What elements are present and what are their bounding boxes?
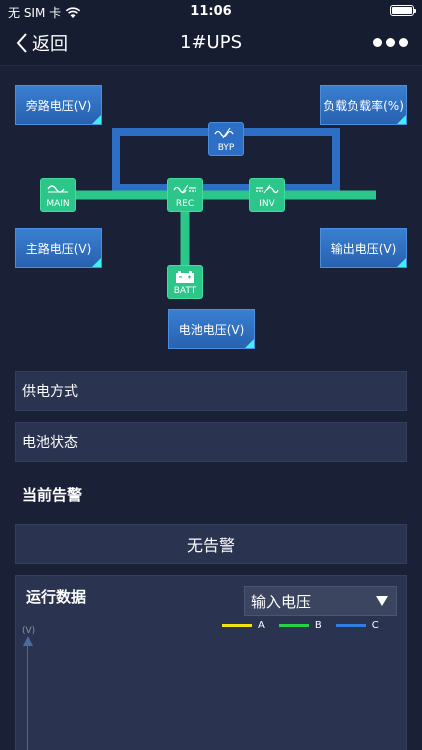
battery-status-row: 电池状态 <box>15 422 407 462</box>
inv-node-label: INV <box>259 199 275 209</box>
more-dot-icon <box>399 38 408 47</box>
nav-bar: 返回 1#UPS <box>0 22 422 66</box>
sine-wave-icon <box>47 185 68 193</box>
bypass-switch-icon <box>214 127 234 139</box>
byp-node: BYP <box>208 122 244 156</box>
inv-node: INV <box>249 178 285 212</box>
battery-voltage-box[interactable]: 电池电压(V) <box>168 309 255 349</box>
legend-swatch <box>278 624 309 627</box>
more-dot-icon <box>386 38 395 47</box>
main-node: MAIN <box>40 178 76 212</box>
battery-status-label: 电池状态 <box>22 435 78 451</box>
status-bar: 无 SIM 卡 11:06 <box>0 0 422 22</box>
run-data-title: 运行数据 <box>26 588 87 606</box>
output-voltage-box[interactable]: 输出电压(V) <box>320 228 407 268</box>
main-voltage-box[interactable]: 主路电压(V) <box>15 228 102 268</box>
legend-label: C <box>371 620 379 631</box>
batt-node: BATT <box>167 265 203 299</box>
alarm-box: 无告警 <box>15 524 407 564</box>
data-type-select[interactable]: 输入电压 <box>244 586 397 616</box>
legend-swatch <box>222 624 252 627</box>
y-axis-unit: (V) <box>22 626 36 636</box>
caret-down-icon <box>376 596 388 606</box>
byp-node-label: BYP <box>217 143 235 153</box>
data-type-selected: 输入电压 <box>251 592 312 611</box>
page-title: 1#UPS <box>180 32 242 53</box>
alarm-section-title: 当前告警 <box>22 486 83 504</box>
ups-diagram: 旁路电压(V) 负载负载率(%) 主路电压(V) 输出电压(V) 电池电压(V)… <box>0 66 422 366</box>
more-button[interactable] <box>373 38 408 47</box>
legend-item: B <box>278 620 322 631</box>
rectifier-icon <box>173 184 196 194</box>
more-dot-icon <box>373 38 382 47</box>
legend-item: C <box>335 620 379 631</box>
status-time: 11:06 <box>190 4 232 19</box>
batt-node-label: BATT <box>173 286 197 296</box>
rec-node-label: REC <box>175 199 195 209</box>
y-axis-arrow <box>23 636 33 646</box>
chart-legend: A B C <box>222 620 379 631</box>
rec-node: REC <box>167 178 203 212</box>
bypass-voltage-box[interactable]: 旁路电压(V) <box>15 85 102 125</box>
battery-icon <box>176 271 194 283</box>
legend-label: A <box>258 620 265 631</box>
power-supply-mode-label: 供电方式 <box>22 384 78 400</box>
power-supply-mode-row: 供电方式 <box>15 371 407 411</box>
main-node-label: MAIN <box>46 199 70 209</box>
y-axis <box>27 638 28 750</box>
load-rate-box[interactable]: 负载负载率(%) <box>320 85 407 125</box>
legend-swatch <box>335 624 366 627</box>
alarm-message: 无告警 <box>186 536 235 555</box>
run-data-panel: 运行数据 输入电压 A B C (V) <box>15 575 407 750</box>
battery-icon <box>390 5 416 16</box>
legend-label: B <box>314 620 322 631</box>
inverter-icon <box>256 184 279 194</box>
legend-item: A <box>222 620 265 631</box>
